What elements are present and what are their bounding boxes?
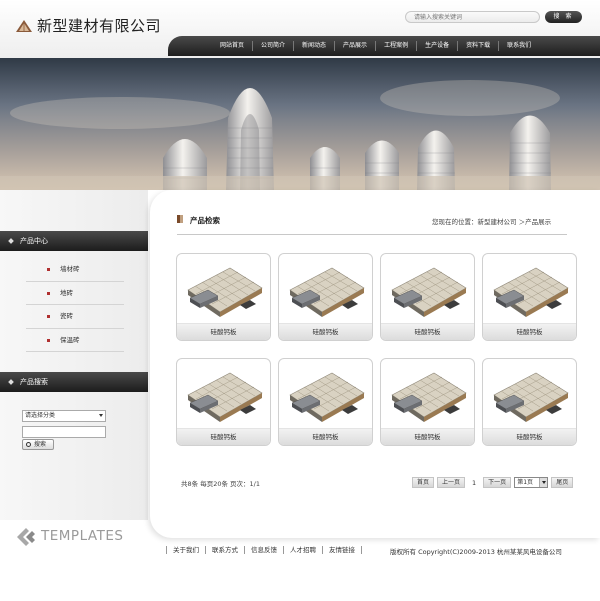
sidebar-search-button[interactable]: 搜索 bbox=[22, 439, 54, 450]
tile-product-image bbox=[493, 267, 569, 317]
product-card[interactable]: 硅酸钙板 bbox=[176, 253, 271, 341]
tile-product-image bbox=[289, 267, 365, 317]
prev-page-button[interactable]: 上一页 bbox=[437, 477, 466, 488]
footer-link-about[interactable]: 关于我们 bbox=[166, 546, 205, 554]
diamond-bullet-icon bbox=[8, 238, 14, 244]
category-select[interactable]: 请选择分类 bbox=[22, 410, 106, 422]
category-item[interactable]: 保温砖 bbox=[26, 329, 124, 352]
product-name: 硅酸钙板 bbox=[177, 428, 270, 445]
nav-item-about[interactable]: 公司简介 bbox=[252, 41, 293, 51]
copyright: 版权所有 Copyright(C)2009-2013 杭州某某风电设备公司 bbox=[390, 548, 562, 556]
last-page-button[interactable]: 尾页 bbox=[551, 477, 574, 488]
header: 新型建材有限公司 请输入搜索关键词 搜 索 网站首页 公司简介 新闻动态 产品展… bbox=[0, 0, 600, 58]
tile-product-image bbox=[391, 267, 467, 317]
product-card[interactable]: 硅酸钙板 bbox=[278, 253, 373, 341]
banner-image bbox=[0, 58, 600, 190]
category-list: 墙材砖 地砖 瓷砖 保温砖 bbox=[26, 258, 124, 352]
divider bbox=[177, 234, 567, 235]
footer-link-friends[interactable]: 友情链接 bbox=[322, 546, 362, 554]
category-item[interactable]: 墙材砖 bbox=[26, 258, 124, 282]
page-title: 产品检索 bbox=[190, 216, 220, 225]
product-name: 硅酸钙板 bbox=[483, 323, 576, 340]
bullet-icon bbox=[47, 291, 50, 295]
breadcrumb: 您现在的位置：新型建材公司 ＞产品展示 bbox=[432, 218, 552, 226]
footer-link-contact[interactable]: 联系方式 bbox=[205, 546, 244, 554]
nav-item-cases[interactable]: 工程案例 bbox=[375, 41, 416, 51]
product-search-header: 产品搜索 bbox=[0, 372, 148, 392]
product-grid: 硅酸钙板 硅酸钙板 硅酸钙板 硅酸钙板 硅酸钙板 硅酸钙板 硅酸钙板 硅酸钙板 bbox=[176, 253, 578, 446]
tile-product-image bbox=[493, 372, 569, 422]
search-input[interactable]: 请输入搜索关键词 bbox=[405, 11, 540, 23]
keyword-input[interactable] bbox=[22, 426, 106, 438]
diamond-bullet-icon bbox=[8, 379, 14, 385]
product-search-title: 产品搜索 bbox=[20, 378, 48, 386]
nav-item-downloads[interactable]: 资料下载 bbox=[457, 41, 498, 51]
product-card[interactable]: 硅酸钙板 bbox=[278, 358, 373, 446]
tile-product-image bbox=[289, 372, 365, 422]
bullet-icon bbox=[47, 315, 50, 318]
category-item[interactable]: 地砖 bbox=[26, 282, 124, 305]
next-page-button[interactable]: 下一页 bbox=[483, 477, 512, 488]
page-select[interactable]: 第1页 bbox=[514, 477, 549, 488]
product-name: 硅酸钙板 bbox=[381, 323, 474, 340]
title-marker-icon bbox=[177, 215, 183, 223]
search-button[interactable]: 搜 索 bbox=[545, 11, 582, 23]
product-name: 硅酸钙板 bbox=[483, 428, 576, 445]
chevron-down-icon bbox=[539, 478, 548, 487]
templates-logo: TEMPLATES bbox=[41, 528, 124, 544]
nav-item-news[interactable]: 新闻动态 bbox=[293, 41, 334, 51]
product-name: 硅酸钙板 bbox=[177, 323, 270, 340]
category-item[interactable]: 瓷砖 bbox=[26, 305, 124, 329]
pagination: 首页 上一页 1 下一页 第1页 尾页 bbox=[412, 477, 574, 488]
first-page-button[interactable]: 首页 bbox=[412, 477, 435, 488]
tile-product-image bbox=[391, 372, 467, 422]
search-icon bbox=[26, 442, 31, 447]
product-name: 硅酸钙板 bbox=[279, 428, 372, 445]
product-card[interactable]: 硅酸钙板 bbox=[482, 358, 577, 446]
current-page: 1 bbox=[472, 478, 477, 487]
product-center-title: 产品中心 bbox=[20, 237, 48, 245]
nav-item-contact[interactable]: 联系我们 bbox=[498, 41, 539, 51]
product-card[interactable]: 硅酸钙板 bbox=[380, 358, 475, 446]
bullet-icon bbox=[47, 338, 50, 342]
nav-item-home[interactable]: 网站首页 bbox=[212, 41, 252, 51]
product-card[interactable]: 硅酸钙板 bbox=[176, 358, 271, 446]
tile-product-image bbox=[187, 267, 263, 317]
company-name: 新型建材有限公司 bbox=[37, 17, 162, 35]
main-nav: 网站首页 公司简介 新闻动态 产品展示 工程案例 生产设备 资料下载 联系我们 bbox=[168, 36, 600, 56]
nav-item-equipment[interactable]: 生产设备 bbox=[416, 41, 457, 51]
bullet-icon bbox=[47, 268, 50, 271]
logo-icon bbox=[16, 20, 32, 32]
pager-info: 共8条 每页20条 页次：1/1 bbox=[181, 480, 260, 488]
footer-link-jobs[interactable]: 人才招聘 bbox=[283, 546, 322, 554]
chevron-down-icon bbox=[99, 414, 103, 417]
product-name: 硅酸钙板 bbox=[279, 323, 372, 340]
product-card[interactable]: 硅酸钙板 bbox=[380, 253, 475, 341]
templates-logo-icon bbox=[17, 528, 35, 546]
tile-product-image bbox=[187, 372, 263, 422]
footer-link-feedback[interactable]: 信息反馈 bbox=[244, 546, 283, 554]
skyline-illustration bbox=[0, 58, 600, 190]
product-card[interactable]: 硅酸钙板 bbox=[482, 253, 577, 341]
nav-item-products[interactable]: 产品展示 bbox=[334, 41, 375, 51]
footer-links: 关于我们 联系方式 信息反馈 人才招聘 友情链接 bbox=[166, 546, 362, 554]
product-center-header: 产品中心 bbox=[0, 231, 148, 251]
product-name: 硅酸钙板 bbox=[381, 428, 474, 445]
